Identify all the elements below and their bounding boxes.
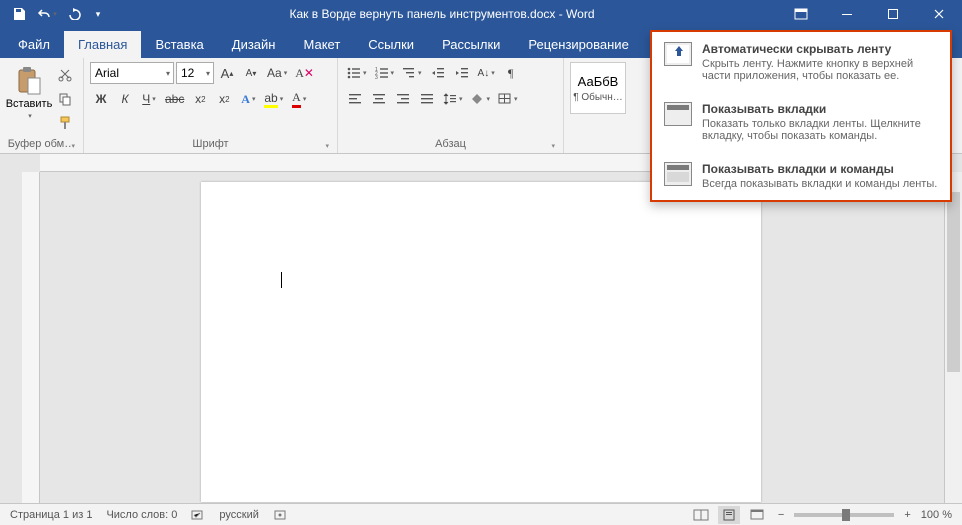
ribbon-display-options-menu: Автоматически скрывать ленту Скрыть лент… [650, 30, 952, 202]
cut-button[interactable] [54, 64, 76, 86]
zoom-slider[interactable] [794, 513, 894, 517]
group-label-clipboard: Буфер обм… [6, 135, 77, 153]
tab-mailings[interactable]: Рассылки [428, 31, 514, 58]
tab-home[interactable]: Главная [64, 31, 141, 58]
tab-review[interactable]: Рецензирование [514, 31, 642, 58]
change-case-button[interactable]: Aa [264, 62, 290, 84]
zoom-in-button[interactable]: + [900, 509, 914, 521]
group-label-font: Шрифт [90, 135, 331, 153]
zoom-slider-knob[interactable] [842, 509, 850, 521]
borders-button[interactable] [495, 88, 521, 110]
format-painter-button[interactable] [54, 112, 76, 134]
tab-insert[interactable]: Вставка [141, 31, 217, 58]
undo-button[interactable] [34, 2, 60, 26]
justify-button[interactable] [416, 88, 438, 110]
maximize-button[interactable] [870, 0, 916, 28]
zoom-out-button[interactable]: − [774, 509, 788, 521]
bold-button[interactable]: Ж [90, 88, 112, 110]
auto-hide-icon [664, 42, 692, 66]
font-size-combo[interactable]: 12 [176, 62, 214, 84]
window-controls [778, 0, 962, 28]
align-right-button[interactable] [392, 88, 414, 110]
group-paragraph: 123 A↓ ¶ Абзац [338, 58, 564, 153]
group-label-paragraph: Абзац [344, 135, 557, 153]
font-color-button[interactable]: A [288, 88, 310, 110]
text-effects-button[interactable]: A [237, 88, 259, 110]
superscript-button[interactable]: x2 [213, 88, 235, 110]
title-bar: ▾ Как в Ворде вернуть панель инструменто… [0, 0, 962, 28]
tab-design[interactable]: Дизайн [218, 31, 290, 58]
underline-button[interactable]: Ч [138, 88, 160, 110]
view-web-layout[interactable] [746, 506, 768, 524]
align-center-button[interactable] [368, 88, 390, 110]
copy-button[interactable] [54, 88, 76, 110]
status-word-count[interactable]: Число слов: 0 [106, 509, 177, 521]
option-show-tabs-commands[interactable]: Показывать вкладки и команды Всегда пока… [652, 152, 950, 200]
redo-button[interactable] [62, 2, 88, 26]
subscript-button[interactable]: x2 [189, 88, 211, 110]
status-macro-icon[interactable] [273, 509, 287, 521]
clear-formatting-button[interactable]: A✕ [292, 62, 317, 84]
tab-file[interactable]: Файл [4, 31, 64, 58]
highlight-button[interactable]: ab [261, 88, 286, 110]
line-spacing-button[interactable] [440, 88, 466, 110]
group-clipboard: Вставить Буфер обм… [0, 58, 84, 153]
bullets-button[interactable] [344, 62, 370, 84]
show-tabs-icon [664, 102, 692, 126]
style-preview[interactable]: АаБбВ ¶ Обычн… [570, 62, 626, 114]
tab-layout[interactable]: Макет [289, 31, 354, 58]
strikethrough-button[interactable]: abc [162, 88, 187, 110]
zoom-level[interactable]: 100 % [921, 509, 952, 521]
workspace [0, 154, 962, 503]
option-show-tabs[interactable]: Показывать вкладки Показать только вклад… [652, 92, 950, 152]
minimize-button[interactable] [824, 0, 870, 28]
font-family-combo[interactable]: Arial [90, 62, 174, 84]
shrink-font-button[interactable]: A▾ [240, 62, 262, 84]
qat-customize-button[interactable]: ▾ [90, 2, 106, 26]
grow-font-button[interactable]: A▴ [216, 62, 238, 84]
decrease-indent-button[interactable] [427, 62, 449, 84]
shading-button[interactable] [468, 88, 494, 110]
ribbon-display-options-button[interactable] [778, 0, 824, 28]
paste-button[interactable]: Вставить [6, 62, 52, 124]
option-auto-hide-ribbon[interactable]: Автоматически скрывать ленту Скрыть лент… [652, 32, 950, 92]
italic-button[interactable]: К [114, 88, 136, 110]
save-button[interactable] [6, 2, 32, 26]
text-cursor [281, 272, 282, 288]
document-page[interactable] [201, 182, 761, 502]
status-page[interactable]: Страница 1 из 1 [10, 509, 92, 521]
multilevel-list-button[interactable] [399, 62, 425, 84]
group-font: Arial 12 A▴ A▾ Aa A✕ Ж К Ч abc x2 x2 A a… [84, 58, 338, 153]
status-language[interactable]: русский [219, 509, 258, 521]
align-left-button[interactable] [344, 88, 366, 110]
quick-access-toolbar: ▾ [0, 2, 106, 26]
status-spellcheck-icon[interactable] [191, 509, 205, 521]
status-bar: Страница 1 из 1 Число слов: 0 русский − … [0, 503, 962, 525]
increase-indent-button[interactable] [451, 62, 473, 84]
close-button[interactable] [916, 0, 962, 28]
view-print-layout[interactable] [718, 506, 740, 524]
vertical-scrollbar[interactable] [944, 172, 962, 503]
svg-text:3: 3 [375, 75, 378, 79]
scrollbar-thumb[interactable] [947, 192, 960, 372]
document-title: Как в Ворде вернуть панель инструментов.… [106, 7, 778, 21]
show-commands-icon [664, 162, 692, 186]
view-read-mode[interactable] [690, 506, 712, 524]
sort-button[interactable]: A↓ [475, 62, 498, 84]
numbering-button[interactable]: 123 [372, 62, 398, 84]
show-marks-button[interactable]: ¶ [500, 62, 522, 84]
tab-references[interactable]: Ссылки [354, 31, 428, 58]
